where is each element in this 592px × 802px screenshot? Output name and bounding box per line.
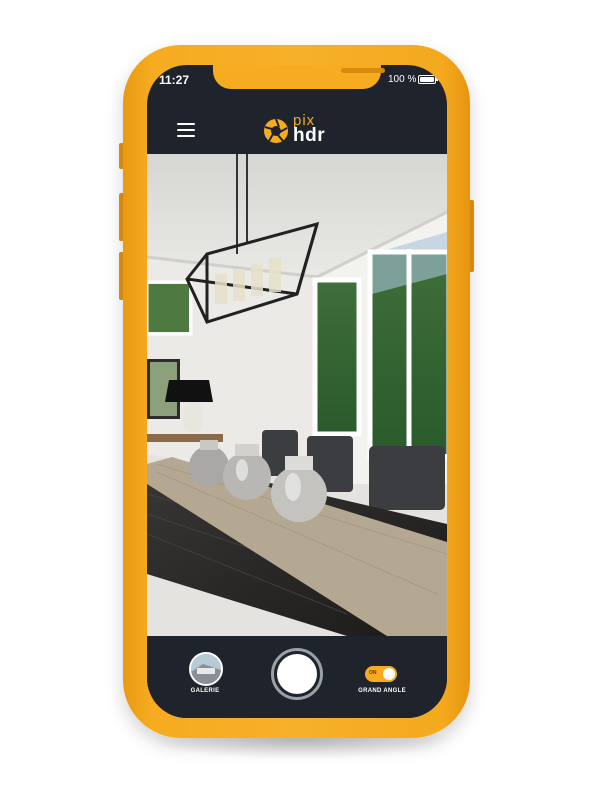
status-time: 11:27 <box>159 73 190 87</box>
hamburger-menu-icon[interactable] <box>177 123 195 137</box>
wide-angle-toggle-text: ON <box>369 670 377 676</box>
phone-screen: 11:27 100 % pix hdr GALERIE ON GRAND ANG… <box>147 65 447 718</box>
logo-text-hdr: hdr <box>293 125 326 146</box>
wide-angle-toggle[interactable]: ON <box>365 666 397 682</box>
notch <box>213 65 385 89</box>
aperture-icon <box>264 118 288 143</box>
wide-angle-label: GRAND ANGLE <box>358 688 406 694</box>
app-logo: pix hdr <box>263 112 343 148</box>
toggle-knob <box>383 668 395 680</box>
gallery-label: GALERIE <box>190 688 220 694</box>
speaker <box>341 68 385 73</box>
battery-percentage: 100 % <box>388 74 417 85</box>
battery-icon <box>418 75 438 84</box>
camera-controls-bar: GALERIE ON GRAND ANGLE <box>147 636 447 718</box>
camera-viewfinder[interactable] <box>147 154 447 636</box>
gallery-thumbnail-button[interactable] <box>189 652 223 686</box>
shutter-button[interactable] <box>271 648 323 700</box>
gallery-thumbnail-image <box>191 654 221 684</box>
shutter-inner <box>277 654 317 694</box>
